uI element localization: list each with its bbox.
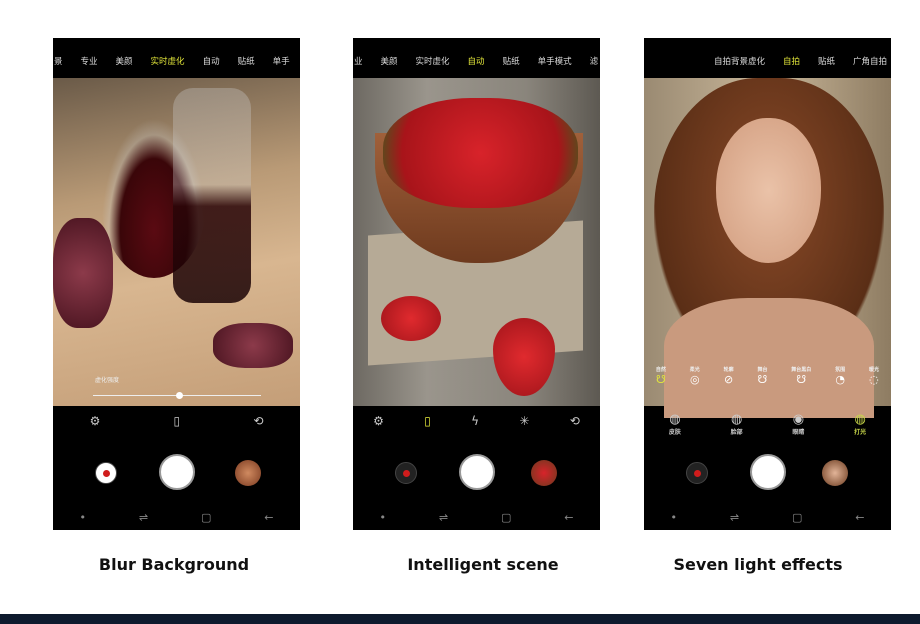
blur-slider[interactable] [93,392,261,399]
light-effects-bar: 自然 ☋ 柔光 ◎ 轮廓 ⊘ 舞台 ☋ 舞台黑白 ☋ 氛围 ◔ 暖光 ◌ [644,366,891,386]
gallery-thumbnail[interactable] [531,460,557,486]
camera-controls: ◍ 皮肤 ◍ 脸部 ◉ 眼睛 ◍ 打光 • ⇌ ▢ ← [644,406,891,530]
shutter-button[interactable] [458,454,495,490]
grapes [213,323,293,368]
camera-controls: ⚙ ▯ ⟲ • ⇌ ▢ ← [53,406,300,530]
grapes [53,218,113,328]
caption-intelligent-scene: Intelligent scene [407,555,559,574]
mode[interactable]: 自拍背景虚化 [714,55,765,67]
mode-bar: 景 专业 美颜 实时虚化 自动 贴纸 单手 [53,38,300,78]
effect-ambient[interactable]: 氛围 ◔ [835,366,845,386]
beauty-skin[interactable]: ◍ 皮肤 [669,412,681,436]
beauty-face[interactable]: ◍ 脸部 [731,412,743,436]
switch-camera-icon[interactable]: ⟲ [253,414,263,428]
shutter-button[interactable] [158,454,195,490]
mode[interactable]: 单手 [273,55,290,67]
mode[interactable]: 贴纸 [818,55,835,67]
face-icon: ◍ [730,412,743,427]
switch-camera-icon[interactable]: ⟲ [570,414,580,428]
strawberry [493,318,555,396]
dot-icon[interactable]: • [670,511,677,524]
light-effect-icon: ◌ [869,373,879,386]
mode[interactable]: 实时虚化 [416,55,450,67]
light-effect-icon: ⊘ [723,373,734,386]
aspect-ratio-icon[interactable]: ▯ [424,414,431,428]
mode[interactable]: 滤 [590,55,599,67]
viewfinder-strawberries [353,78,600,406]
home-icon[interactable]: ▢ [792,511,802,524]
phone-blur-background: 景 专业 美颜 实时虚化 自动 贴纸 单手 虚化强度 ⚙ ▯ ⟲ • ⇌ ▢ ← [53,38,300,530]
effect-warm[interactable]: 暖光 ◌ [869,366,879,386]
mode-active[interactable]: 实时虚化 [151,55,185,67]
home-icon[interactable]: ▢ [201,511,211,524]
recent-apps-icon[interactable]: ⇌ [139,511,148,524]
strawberry [381,296,441,341]
mode[interactable]: 美颜 [381,55,398,67]
phone-light-effects: 自拍背景虚化 自拍 贴纸 广角自拍 自然 ☋ 柔光 ◎ 轮廓 ⊘ 舞台 ☋ 舞台黑白 ☋ … [644,38,891,530]
beauty-eyes[interactable]: ◉ 眼睛 [792,412,804,436]
mode[interactable]: 美颜 [116,55,133,67]
effect-stage-mono[interactable]: 舞台黑白 ☋ [791,366,811,386]
strawberries [383,98,578,208]
carafe [173,88,251,303]
effects-icon[interactable]: ✳ [519,414,529,428]
mode[interactable]: 业 [354,55,363,67]
mode[interactable]: 专业 [81,55,98,67]
slider-handle[interactable] [176,392,183,399]
shutter-button[interactable] [749,454,786,490]
recent-apps-icon[interactable]: ⇌ [439,511,448,524]
mode-bar: 自拍背景虚化 自拍 贴纸 广角自拍 [644,38,891,78]
home-icon[interactable]: ▢ [501,511,511,524]
recent-apps-icon[interactable]: ⇌ [730,511,739,524]
footer-bar [0,614,920,624]
skin-icon: ◍ [669,412,681,427]
lighting-icon: ◍ [854,412,866,427]
effect-soft[interactable]: 柔光 ◎ [690,366,700,386]
effect-contour[interactable]: 轮廓 ⊘ [724,366,734,386]
mode-active[interactable]: 自动 [468,55,485,67]
camera-controls: ⚙ ▯ ϟ ✳ ⟲ • ⇌ ▢ ← [353,406,600,530]
effect-natural[interactable]: 自然 ☋ [656,366,666,386]
back-icon[interactable]: ← [564,511,573,524]
caption-blur-background: Blur Background [98,555,250,574]
blur-strength-label: 虚化强度 [95,377,120,384]
settings-icon[interactable]: ⚙ [373,414,384,428]
phone-intelligent-scene: 业 美颜 实时虚化 自动 贴纸 单手模式 滤 ⚙ ▯ ϟ ✳ ⟲ • ⇌ ▢ ← [353,38,600,530]
shoulders [664,298,874,418]
viewfinder-portrait: 自然 ☋ 柔光 ◎ 轮廓 ⊘ 舞台 ☋ 舞台黑白 ☋ 氛围 ◔ 暖光 ◌ [644,78,891,418]
mode-bar: 业 美颜 实时虚化 自动 贴纸 单手模式 滤 [353,38,600,78]
settings-icon[interactable]: ⚙ [90,414,101,428]
flash-off-icon[interactable]: ϟ [471,414,479,428]
mode[interactable]: 景 [54,55,63,67]
face [716,118,821,263]
back-icon[interactable]: ← [264,511,273,524]
light-effect-icon: ◎ [689,373,700,386]
mode[interactable]: 自动 [203,55,220,67]
mode[interactable]: 广角自拍 [853,55,887,67]
record-button[interactable] [395,462,417,484]
eye-icon: ◉ [792,412,805,427]
mode[interactable]: 贴纸 [503,55,520,67]
dot-icon[interactable]: • [379,511,386,524]
viewfinder-wine: 虚化强度 [53,78,300,406]
caption-light-effects: Seven light effects [673,555,843,574]
beauty-lighting[interactable]: ◍ 打光 [854,412,866,436]
light-effect-icon: ☋ [656,373,666,386]
gallery-thumbnail[interactable] [235,460,261,486]
mode[interactable]: 贴纸 [238,55,255,67]
light-effect-icon: ☋ [757,373,768,386]
record-button[interactable] [686,462,708,484]
back-icon[interactable]: ← [855,511,864,524]
mode-active[interactable]: 自拍 [783,55,800,67]
gallery-thumbnail[interactable] [822,460,848,486]
dot-icon[interactable]: • [79,511,86,524]
mode[interactable]: 单手模式 [538,55,572,67]
light-effect-icon: ☋ [796,373,807,386]
aspect-ratio-icon[interactable]: ▯ [174,414,181,428]
record-button[interactable] [95,462,117,484]
effect-stage[interactable]: 舞台 ☋ [757,366,767,386]
light-effect-icon: ◔ [835,373,845,386]
